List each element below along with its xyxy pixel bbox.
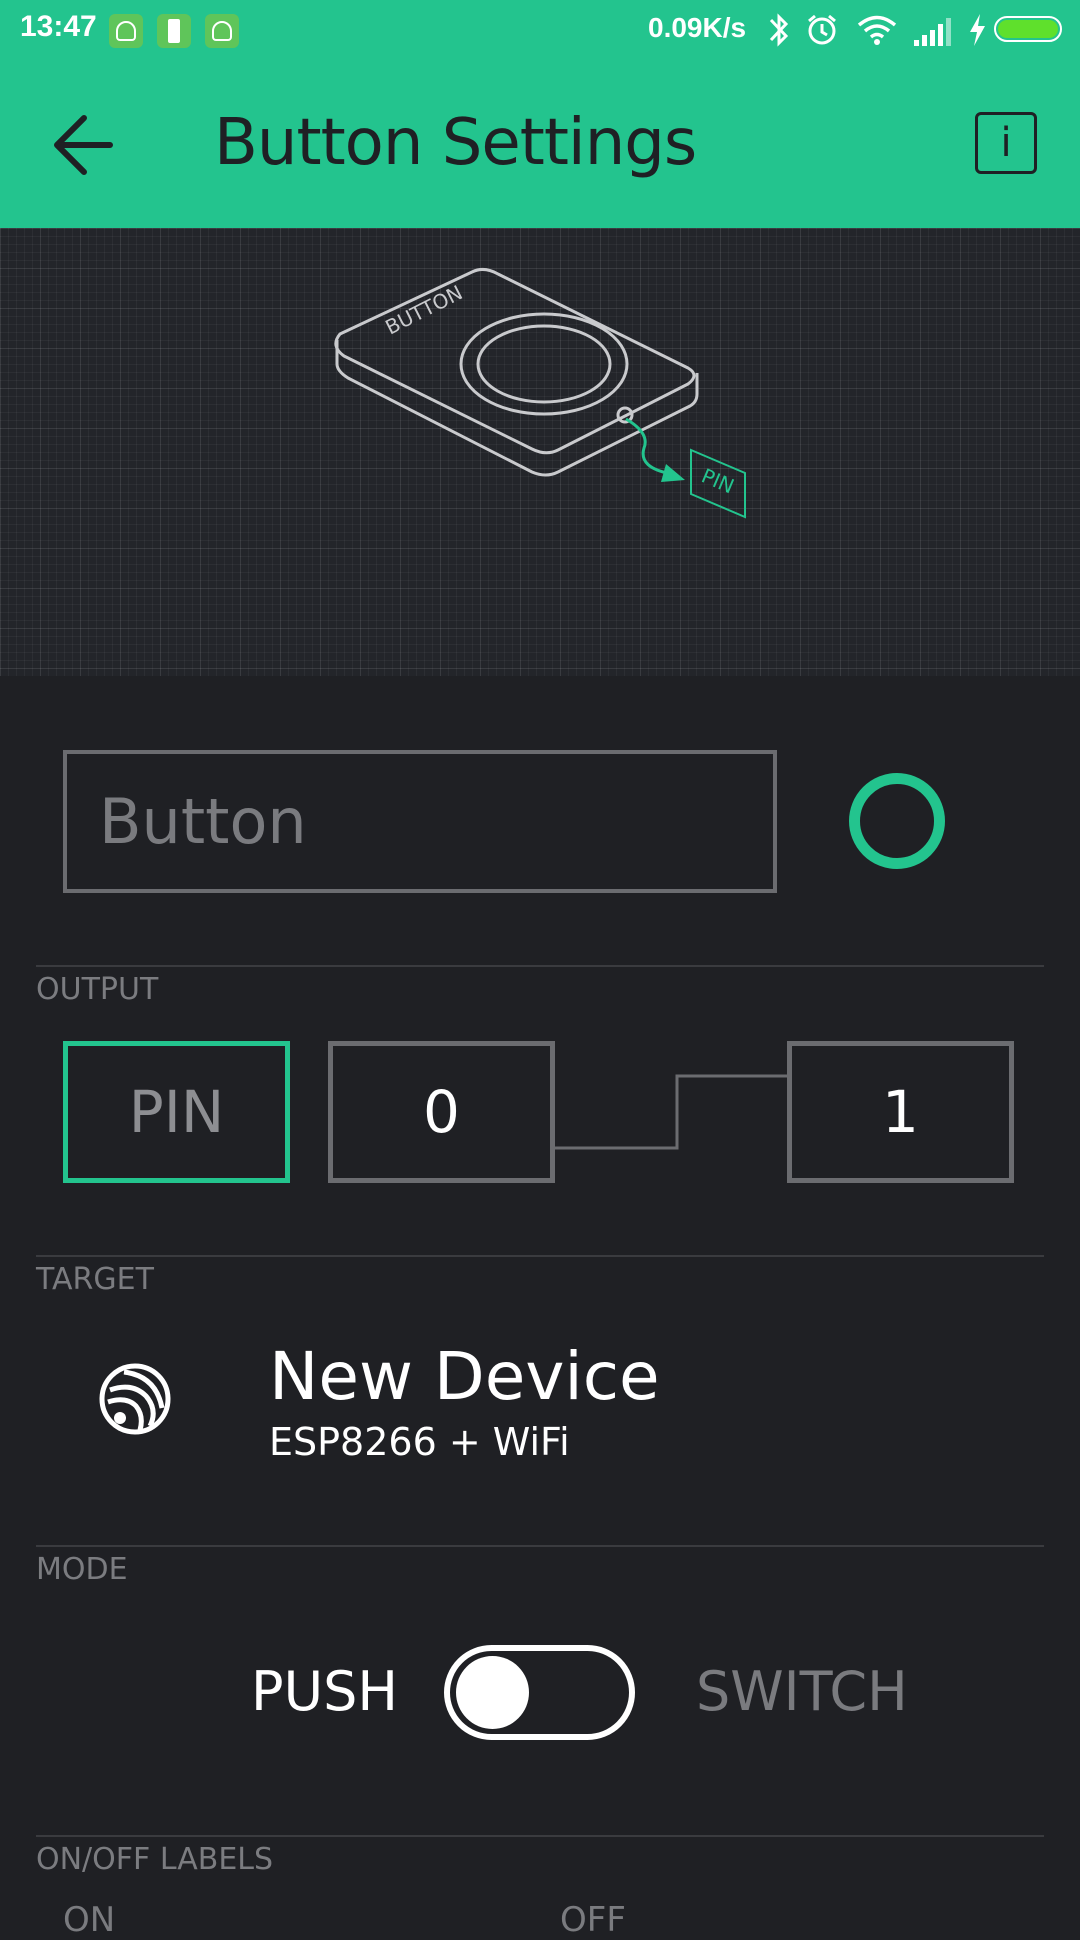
pin-tag-label: PIN bbox=[698, 464, 738, 499]
pin-select-button[interactable]: PIN bbox=[63, 1041, 290, 1183]
onoff-labels-section-label: ON/OFF LABELS bbox=[36, 1842, 274, 1877]
network-speed: 0.09K/s bbox=[648, 12, 747, 43]
info-button[interactable]: i bbox=[975, 112, 1037, 174]
divider bbox=[36, 1545, 1044, 1547]
target-section-label: TARGET bbox=[36, 1262, 154, 1297]
charging-icon bbox=[970, 14, 985, 46]
target-device-type: ESP8266 + WiFi bbox=[269, 1420, 570, 1464]
mode-push-label: PUSH bbox=[251, 1660, 398, 1723]
status-time: 13:47 bbox=[20, 10, 97, 43]
output-low-value[interactable]: 0 bbox=[328, 1041, 555, 1183]
wifi-icon bbox=[857, 15, 897, 45]
battery-icon bbox=[994, 16, 1062, 42]
output-high-value[interactable]: 1 bbox=[787, 1041, 1014, 1183]
app-bar: Button Settings i bbox=[0, 60, 1080, 228]
back-button[interactable] bbox=[50, 112, 120, 178]
on-label-caption: ON bbox=[63, 1900, 116, 1940]
mode-switch-label: SWITCH bbox=[696, 1660, 908, 1723]
battery-app-icon bbox=[157, 14, 191, 48]
app-notification-icon bbox=[205, 14, 239, 48]
off-label-caption: OFF bbox=[560, 1900, 626, 1940]
signal-icon bbox=[914, 18, 951, 46]
button-device-illustration: BUTTON PIN bbox=[334, 267, 746, 519]
target-device-name[interactable]: New Device bbox=[269, 1338, 660, 1415]
espressif-icon bbox=[99, 1363, 171, 1435]
divider bbox=[36, 1835, 1044, 1837]
toggle-knob bbox=[456, 1656, 529, 1729]
app-notification-icon bbox=[109, 14, 143, 48]
page-title: Button Settings bbox=[214, 106, 697, 180]
divider bbox=[36, 965, 1044, 967]
bluetooth-icon bbox=[769, 13, 789, 47]
widget-name-input[interactable] bbox=[63, 750, 777, 893]
mode-section-label: MODE bbox=[36, 1552, 128, 1587]
mode-toggle-switch[interactable] bbox=[444, 1645, 635, 1740]
status-bar: 13:47 0.09K/s bbox=[0, 0, 1080, 60]
widget-illustration: BUTTON PIN bbox=[0, 228, 1080, 676]
output-section-label: OUTPUT bbox=[36, 972, 159, 1007]
divider bbox=[36, 1255, 1044, 1257]
alarm-icon bbox=[808, 14, 836, 45]
color-picker-button[interactable] bbox=[849, 773, 945, 869]
